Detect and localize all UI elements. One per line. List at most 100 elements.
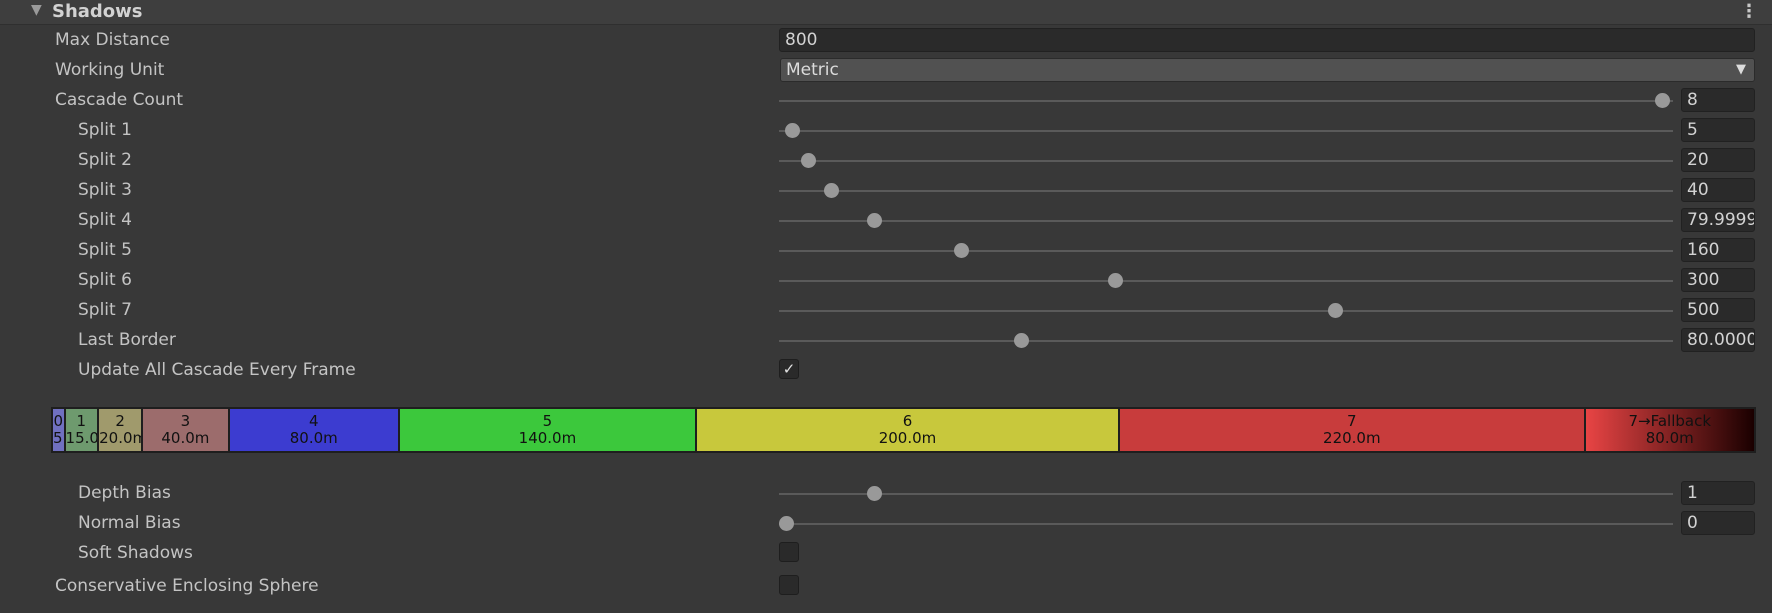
- split-label: Last Border: [78, 330, 176, 350]
- split-label: Split 1: [78, 120, 132, 140]
- split-slider-thumb[interactable]: [866, 213, 882, 228]
- cascade-index: 5: [542, 412, 553, 430]
- section-title: Shadows: [52, 1, 143, 22]
- cascade-index: 1: [76, 412, 87, 430]
- split-label: Split 2: [78, 150, 132, 170]
- cascade-segment[interactable]: 5 140.0m: [400, 409, 697, 451]
- split-row: Split 1 5: [0, 116, 1772, 146]
- cascade-count-slider-track[interactable]: [779, 100, 1673, 102]
- split-field[interactable]: 79.9999: [1681, 208, 1755, 232]
- normal-bias-slider-thumb[interactable]: [779, 516, 795, 531]
- split-slider-thumb[interactable]: [1328, 303, 1344, 318]
- cascade-distance: 220.0m: [1323, 429, 1381, 447]
- conservative-sphere-row: Conservative Enclosing Sphere: [0, 572, 1772, 602]
- split-field[interactable]: 300: [1681, 268, 1755, 292]
- update-all-label: Update All Cascade Every Frame: [78, 360, 356, 380]
- normal-bias-row: Normal Bias 0: [0, 509, 1772, 539]
- cascade-index: 7→Fallback: [1628, 412, 1712, 430]
- cascade-index: 3: [180, 412, 191, 430]
- cascade-distance: 80.0m: [1645, 429, 1694, 447]
- cascade-distance: 80.0m: [289, 429, 338, 447]
- split-row: Split 4 79.9999: [0, 206, 1772, 236]
- split-label: Split 3: [78, 180, 132, 200]
- cascade-count-field[interactable]: 8: [1681, 88, 1755, 112]
- cascade-distance: 140.0m: [518, 429, 577, 447]
- max-distance-row: Max Distance 800: [0, 26, 1772, 56]
- split-label: Split 5: [78, 240, 132, 260]
- split-field[interactable]: 40: [1681, 178, 1755, 202]
- cascade-segment[interactable]: 3 40.0m: [143, 409, 230, 451]
- cascade-segment[interactable]: 2 20.0m: [99, 409, 144, 451]
- conservative-sphere-checkbox[interactable]: [779, 575, 799, 595]
- split-label: Split 7: [78, 300, 132, 320]
- split-slider-thumb[interactable]: [800, 153, 816, 168]
- cascade-segment[interactable]: 6 200.0m: [696, 409, 1121, 451]
- soft-shadows-checkbox[interactable]: [779, 542, 799, 562]
- split-slider-thumb[interactable]: [785, 123, 801, 138]
- split-slider-thumb[interactable]: [1014, 333, 1030, 348]
- soft-shadows-label: Soft Shadows: [78, 543, 193, 563]
- cascade-count-slider-thumb[interactable]: [1655, 93, 1671, 108]
- split-slider-track[interactable]: [779, 280, 1673, 282]
- split-row: Split 3 40: [0, 176, 1772, 206]
- normal-bias-field[interactable]: 0: [1681, 511, 1755, 535]
- split-slider-track[interactable]: [779, 340, 1673, 342]
- depth-bias-slider-track[interactable]: [779, 493, 1673, 495]
- split-field[interactable]: 500: [1681, 298, 1755, 322]
- working-unit-value: Metric: [786, 60, 839, 80]
- cascade-segment[interactable]: 115.0m: [65, 409, 100, 451]
- split-row: Split 6 300: [0, 266, 1772, 296]
- split-row: Split 7 500: [0, 296, 1772, 326]
- working-unit-dropdown[interactable]: Metric ▼: [780, 58, 1755, 82]
- cascade-index: 2: [115, 412, 125, 430]
- cascade-segment[interactable]: 4 80.0m: [229, 409, 400, 451]
- cascade-count-row: Cascade Count 8: [0, 86, 1772, 116]
- cascade-segment[interactable]: 05.0m: [53, 409, 66, 451]
- split-slider-track[interactable]: [779, 190, 1673, 192]
- shadows-section-header[interactable]: ▼ Shadows ⋮: [0, 0, 1772, 25]
- max-distance-label: Max Distance: [55, 30, 170, 50]
- depth-bias-field[interactable]: 1: [1681, 481, 1755, 505]
- split-slider-thumb[interactable]: [823, 183, 839, 198]
- foldout-arrow-icon[interactable]: ▼: [31, 2, 42, 18]
- depth-bias-slider-thumb[interactable]: [866, 486, 882, 501]
- split-slider-track[interactable]: [779, 130, 1673, 132]
- split-slider-track[interactable]: [779, 250, 1673, 252]
- dropdown-arrow-icon: ▼: [1736, 62, 1746, 77]
- split-field[interactable]: 160: [1681, 238, 1755, 262]
- split-slider-thumb[interactable]: [954, 243, 970, 258]
- more-options-icon[interactable]: ⋮: [1740, 1, 1758, 22]
- cascade-distance: 20.0m: [99, 429, 144, 447]
- split-label: Split 6: [78, 270, 132, 290]
- split-field[interactable]: 5: [1681, 118, 1755, 142]
- cascade-distance: 5.0m: [53, 429, 64, 447]
- split-field[interactable]: 20: [1681, 148, 1755, 172]
- working-unit-row: Working Unit Metric ▼: [0, 56, 1772, 86]
- split-slider-track[interactable]: [779, 160, 1673, 162]
- conservative-sphere-label: Conservative Enclosing Sphere: [55, 576, 319, 596]
- split-slider-track[interactable]: [779, 220, 1673, 222]
- max-distance-field[interactable]: 800: [779, 28, 1755, 52]
- cascade-distance: 40.0m: [161, 429, 210, 447]
- depth-bias-label: Depth Bias: [78, 483, 171, 503]
- cascade-index: 7: [1347, 412, 1357, 430]
- working-unit-label: Working Unit: [55, 60, 165, 80]
- split-slider-track[interactable]: [779, 310, 1673, 312]
- split-slider-thumb[interactable]: [1108, 273, 1124, 288]
- split-field[interactable]: 80.0000: [1681, 328, 1755, 352]
- cascade-split-bar[interactable]: 05.0m115.0m220.0m340.0m480.0m5140.0m6200…: [51, 407, 1756, 453]
- cascade-index: 0: [53, 412, 64, 430]
- cascade-segment[interactable]: 7 220.0m: [1120, 409, 1586, 451]
- split-row: Split 5 160: [0, 236, 1772, 266]
- split-row: Split 2 20: [0, 146, 1772, 176]
- cascade-segment[interactable]: 7→Fallback 80.0m: [1585, 409, 1754, 451]
- cascade-count-label: Cascade Count: [55, 90, 184, 110]
- update-all-checkbox[interactable]: ✓: [779, 359, 799, 379]
- cascade-distance: 200.0m: [878, 429, 937, 447]
- cascade-index: 6: [902, 412, 913, 430]
- normal-bias-slider-track[interactable]: [779, 523, 1673, 525]
- depth-bias-row: Depth Bias 1: [0, 479, 1772, 509]
- cascade-index: 4: [308, 412, 319, 430]
- update-all-row: Update All Cascade Every Frame ✓: [0, 356, 1772, 386]
- split-row: Last Border 80.0000: [0, 326, 1772, 356]
